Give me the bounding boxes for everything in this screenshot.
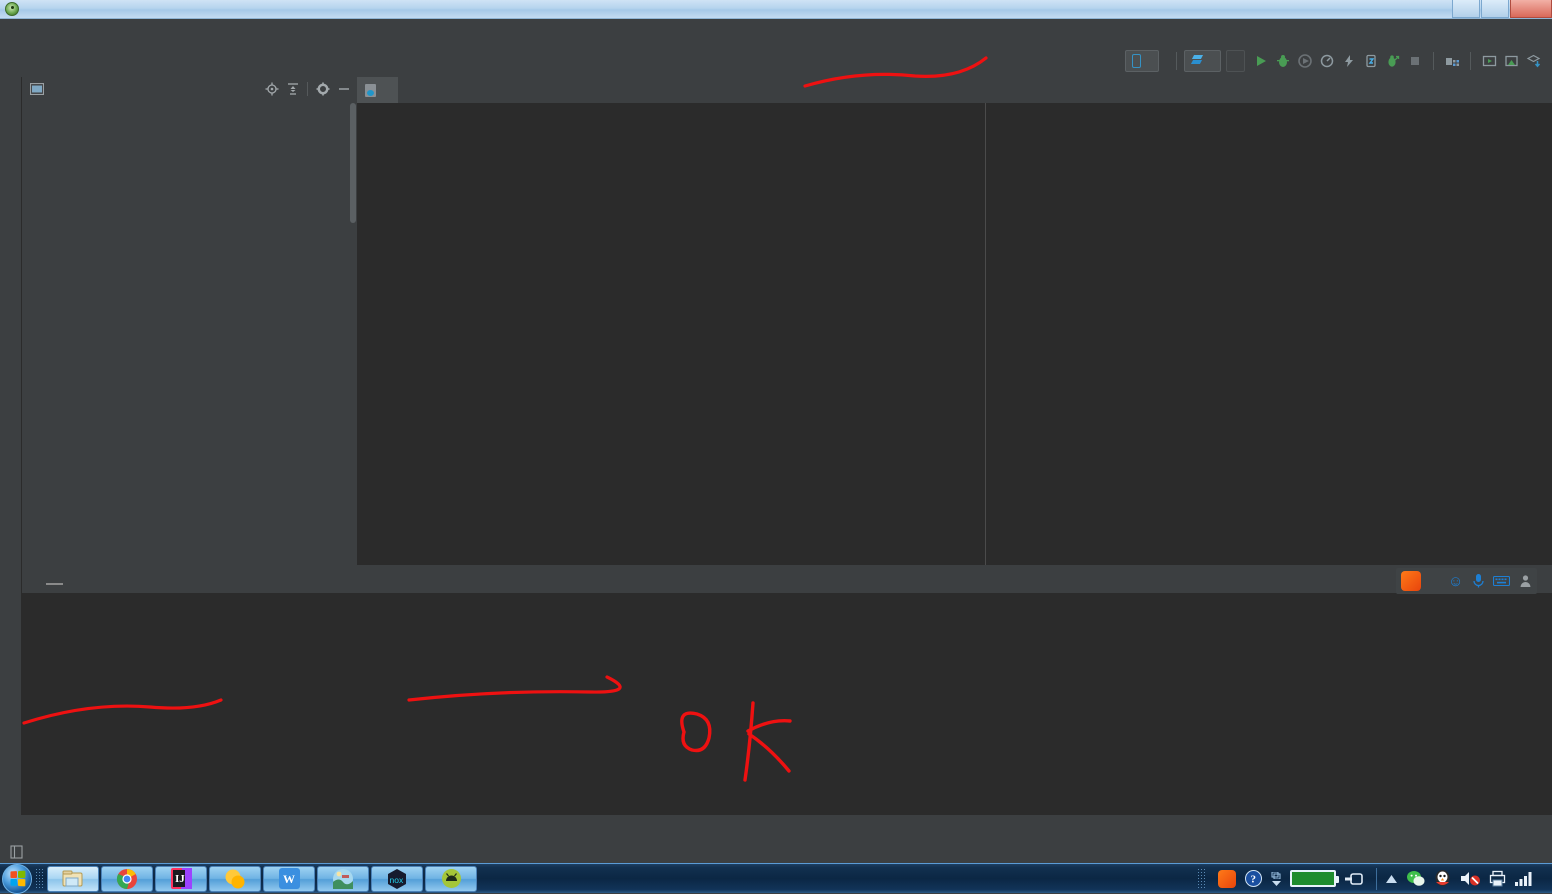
taskbar-sogou-app[interactable] [209,865,261,892]
editor-scrollbar[interactable] [1540,103,1552,565]
run-icon[interactable] [1250,50,1272,72]
run-configuration-dropdown[interactable] [1184,49,1221,72]
left-tool-rail [0,77,22,819]
taskbar-wps-writer[interactable]: W [263,865,315,892]
terminal-header [22,565,1552,593]
status-bar [0,841,1552,863]
toolbar-divider [1433,51,1434,70]
tray-help-icon[interactable]: ? [1245,870,1262,887]
sdk-manager-icon[interactable] [1441,50,1463,72]
system-tray: ? [1194,864,1552,894]
svg-text:?: ? [1251,874,1257,886]
terminal-tool-window [22,565,1552,815]
tray-show-hidden-icon[interactable] [1386,874,1397,883]
taskbar-grip [35,867,44,890]
printer-icon[interactable] [1489,870,1506,887]
profile-icon[interactable] [1316,50,1338,72]
flutter-icon [1191,54,1204,68]
stop-icon [1404,50,1426,72]
attach-debugger-icon[interactable] [1382,50,1404,72]
window-controls[interactable] [1451,0,1552,19]
close-button[interactable] [1510,0,1552,18]
toolbar-divider [1176,51,1177,70]
tray-expand-button[interactable] [1271,871,1281,886]
minimize-button[interactable] [1452,0,1480,18]
power-plug-icon[interactable] [1345,871,1367,887]
windows-start-button[interactable] [2,863,32,894]
wechat-icon[interactable] [1406,870,1425,887]
maximize-button[interactable] [1481,0,1509,18]
project-tree[interactable] [22,101,355,565]
locate-icon[interactable] [262,80,281,99]
main-toolbar [0,44,1552,77]
terminal-output[interactable] [22,593,1552,815]
svg-text:nox: nox [390,875,404,885]
taskbar-nox-player[interactable]: nox [371,865,423,892]
battery-indicator[interactable] [1290,870,1339,887]
ime-keyboard-icon[interactable] [1493,575,1511,587]
debug-icon[interactable] [1272,50,1294,72]
hot-reload-icon[interactable] [1338,50,1360,72]
taskbar-android-studio[interactable] [425,865,477,892]
tray-sogou-icon[interactable] [1218,869,1236,888]
taskbar-intellij-idea[interactable]: IJ [155,865,207,892]
menu-bar [0,19,1552,44]
project-view-icon [30,83,44,95]
ime-microphone-icon[interactable] [1472,573,1484,589]
project-tool-window [22,77,357,565]
code-editor [357,77,1552,565]
editor-content[interactable] [357,103,1552,565]
windows-taskbar: IJ W nox ? [0,863,1552,894]
ime-emoji-icon[interactable]: ☺ [1448,573,1463,590]
editor-layout-icon[interactable] [10,845,23,859]
devices-dropdown[interactable] [1226,49,1245,72]
layout-inspector-icon[interactable] [1500,50,1522,72]
terminal-session-tab[interactable] [46,574,63,585]
right-margin-guide [985,103,986,565]
hide-icon[interactable] [334,80,353,99]
settings-gear-icon[interactable] [313,80,332,99]
taskbar-chrome[interactable] [101,865,153,892]
taskbar-explorer[interactable] [47,865,99,892]
window-title-bar [0,0,1552,19]
device-file-explorer-icon[interactable] [1360,50,1382,72]
phone-icon [1132,53,1141,68]
editor-tab-main-dart[interactable] [357,77,398,103]
avd-manager-icon[interactable] [1478,50,1500,72]
qq-icon[interactable] [1434,869,1451,888]
tray-grip [1197,867,1206,890]
toolbar-divider [1470,51,1471,70]
device-selector-dropdown[interactable] [1125,49,1159,72]
run-with-coverage-icon[interactable] [1294,50,1316,72]
volume-muted-icon[interactable] [1460,870,1480,887]
ime-user-icon[interactable] [1519,574,1532,588]
windows-flag-icon [9,870,25,887]
project-panel-header [22,77,357,101]
collapse-all-icon[interactable] [283,80,302,99]
taskbar-scene-app[interactable] [317,865,369,892]
sogou-logo-icon[interactable] [1401,571,1421,591]
panel-divider [307,82,308,96]
tray-divider [1376,867,1377,890]
editor-tab-bar [357,77,1552,103]
signal-bars-icon[interactable] [1515,871,1533,886]
bottom-tool-tabs [0,815,1552,841]
sogou-ime-bar[interactable]: ☺ [1396,568,1538,594]
project-tree-scrollbar[interactable] [349,101,357,565]
download-icon[interactable] [1522,50,1544,72]
svg-text:IJ: IJ [175,873,185,885]
dart-file-icon [365,83,376,97]
svg-text:W: W [283,872,295,886]
android-studio-logo-icon [5,2,19,16]
